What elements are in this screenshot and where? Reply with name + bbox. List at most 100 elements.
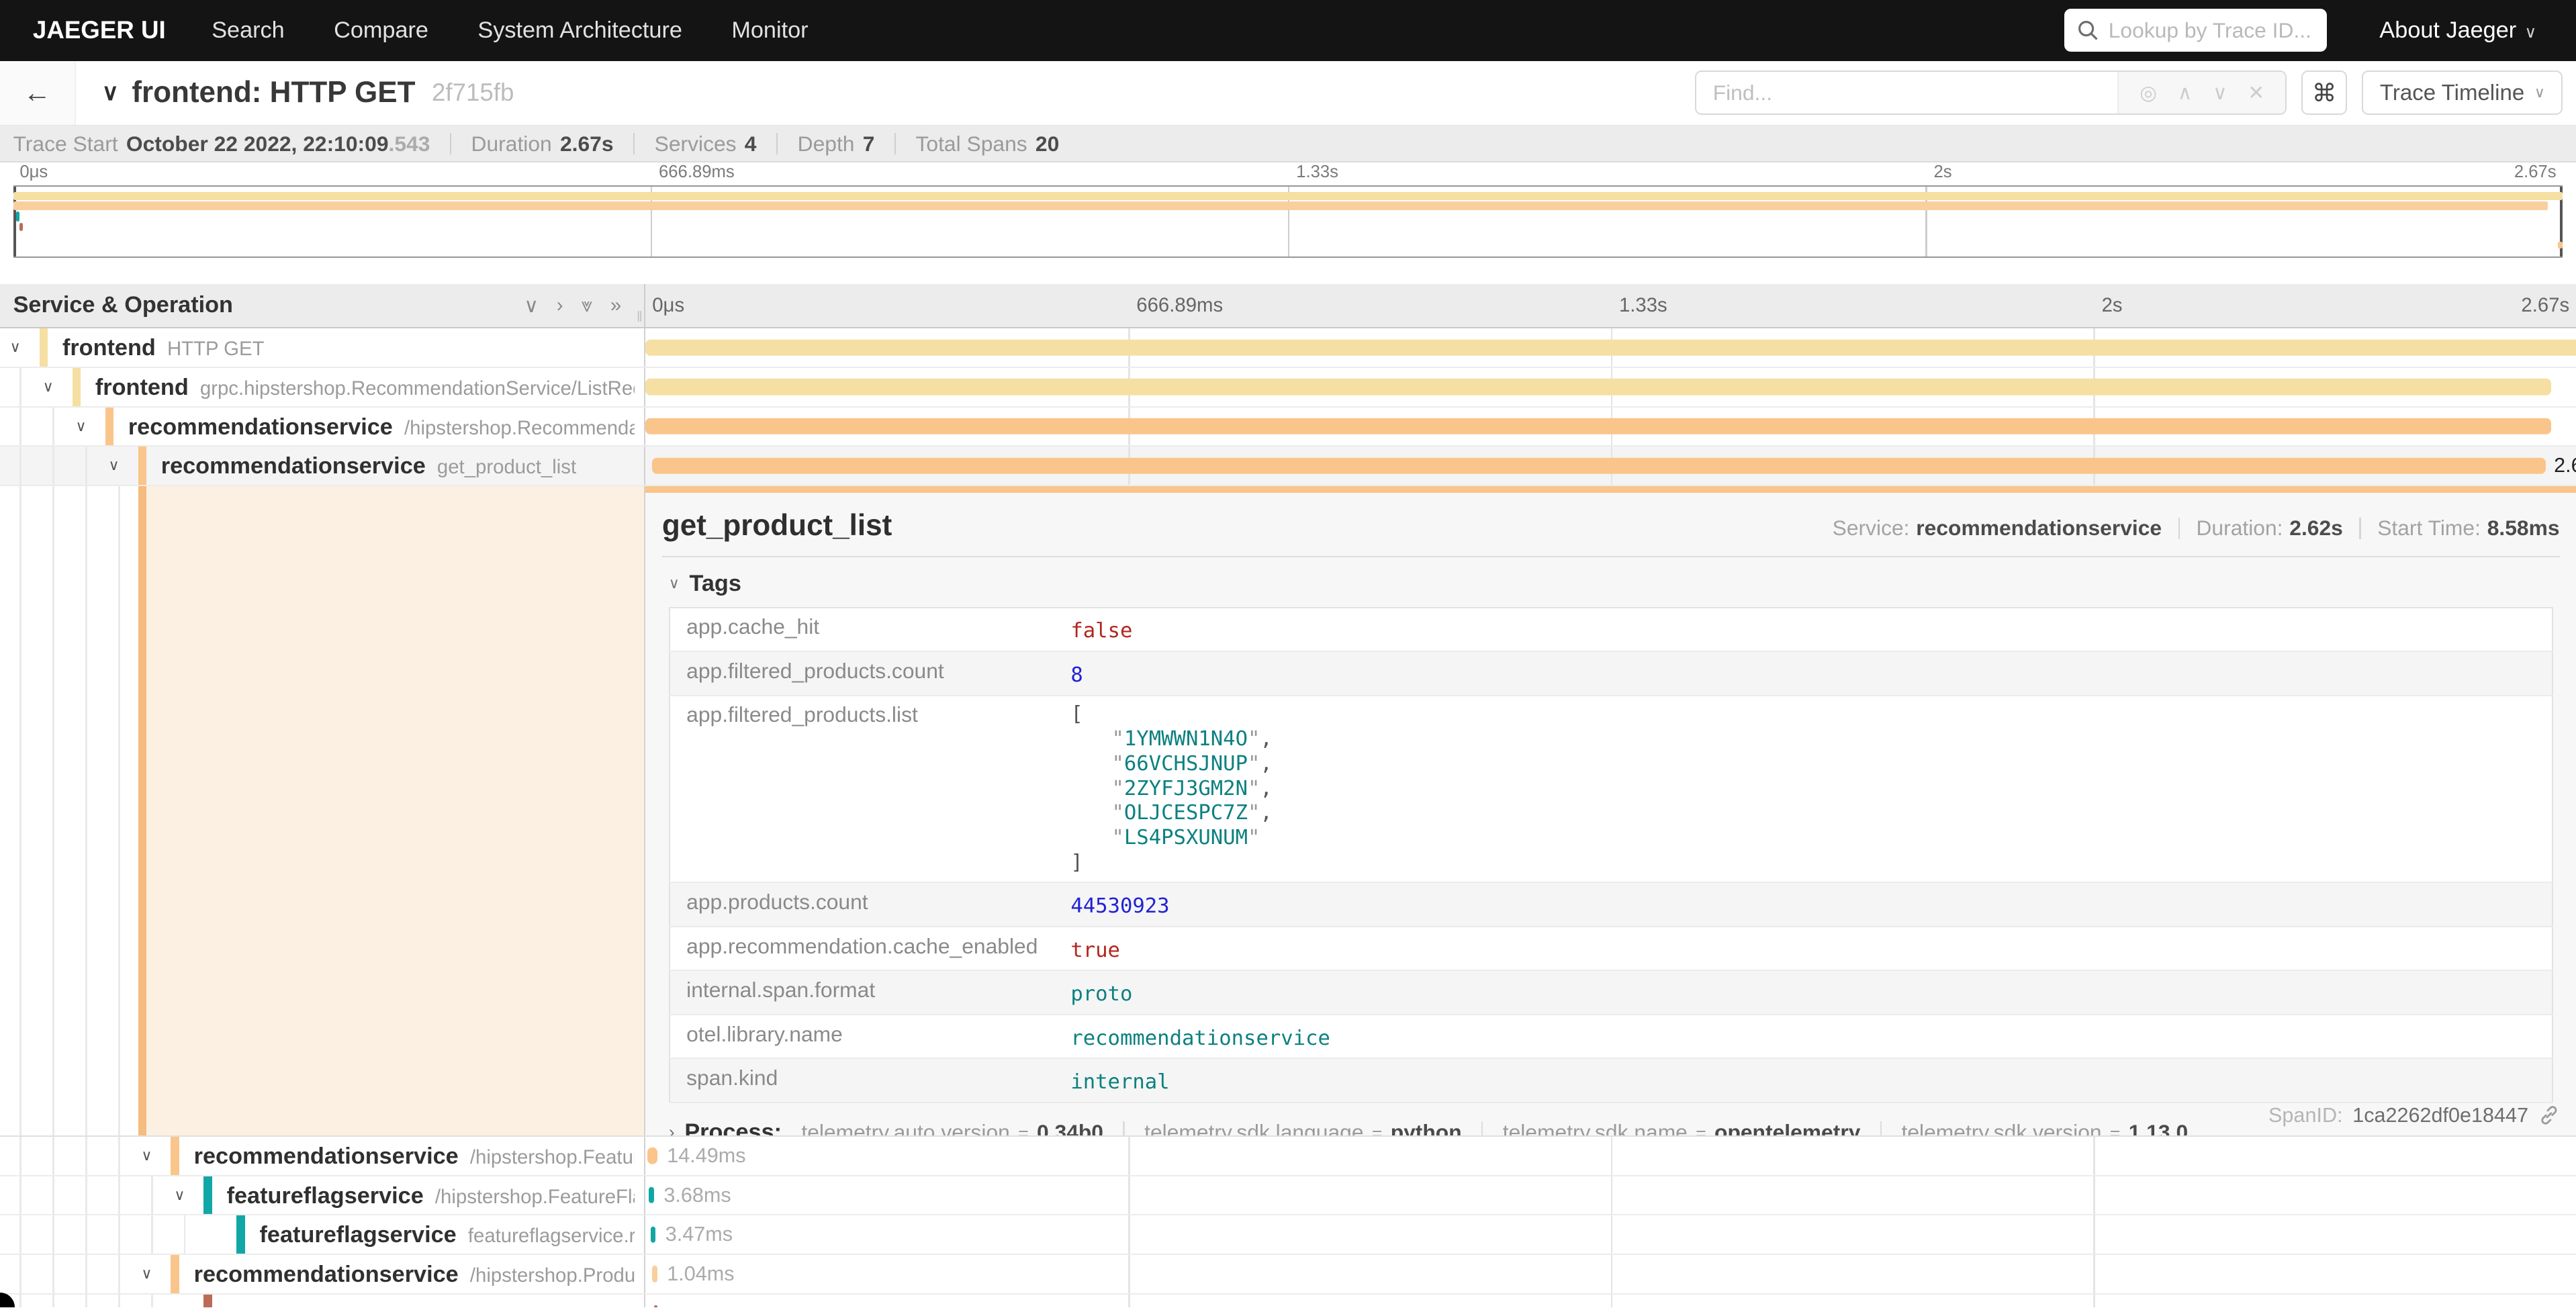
chevron-right-icon[interactable]: ›: [557, 294, 563, 317]
tags-section-toggle[interactable]: ∨ Tags: [669, 571, 2576, 597]
span-duration-bar[interactable]: [649, 1187, 653, 1203]
column-resizer-handle[interactable]: ‖: [637, 308, 643, 326]
span-duration-bar[interactable]: [647, 1148, 657, 1164]
trace-start-value: October 22 2022, 22:10:09: [126, 132, 389, 156]
minimap-span-bar: [13, 192, 2563, 200]
span-row[interactable]: ∨ recommendationservice/hipstershop.Recom…: [0, 408, 2576, 447]
divider: [2359, 518, 2360, 539]
indent-guide: [118, 1255, 120, 1293]
prev-match-icon[interactable]: ∧: [2178, 81, 2192, 105]
span-name-cell[interactable]: featureflagservicefeatureflagservice.rep…: [0, 1215, 645, 1254]
total-spans-label: Total Spans: [916, 132, 1027, 156]
nav-item-compare[interactable]: Compare: [334, 17, 428, 44]
span-name-cell[interactable]: [0, 1295, 645, 1308]
depth-label: Depth: [798, 132, 855, 156]
span-timeline-cell[interactable]: [645, 368, 2576, 406]
back-button[interactable]: ←: [0, 61, 76, 126]
span-id-row: SpanID: 1ca2262df0e18447: [2268, 1104, 2560, 1127]
span-duration-label: 1.04ms: [667, 1255, 734, 1293]
collapse-all-icon[interactable]: ∨: [524, 294, 538, 318]
span-name-cell[interactable]: ∨recommendationserviceget_product_list: [0, 447, 645, 485]
next-match-icon[interactable]: ∨: [2213, 81, 2227, 105]
span-timeline-cell[interactable]: 2.62s: [645, 447, 2576, 485]
span-row[interactable]: ∨recommendationservice/hipstershop.Produ…: [0, 1255, 2576, 1295]
locate-icon[interactable]: ◎: [2140, 81, 2157, 105]
find-input[interactable]: Find...: [1696, 72, 2117, 113]
operation-name: /hipstershop.ProductCatalogSer...: [470, 1264, 635, 1287]
divider: [662, 556, 2560, 557]
span-row[interactable]: ∨frontendHTTP GET: [0, 328, 2576, 368]
collapse-chevron-icon[interactable]: ∨: [10, 328, 21, 366]
trace-id-search-input[interactable]: Lookup by Trace ID...: [2064, 9, 2327, 52]
span-timeline-cell[interactable]: [645, 408, 2576, 446]
tick-label: 666.89ms: [659, 162, 735, 182]
span-name-cell[interactable]: ∨recommendationservice/hipstershop.Produ…: [0, 1255, 645, 1293]
collapse-chevron-icon[interactable]: ∨: [174, 1176, 185, 1214]
tag-row[interactable]: app.cache_hitfalse: [670, 608, 2552, 652]
collapse-chevron-icon[interactable]: ∨: [76, 408, 87, 445]
tag-row[interactable]: span.kindinternal: [670, 1058, 2552, 1103]
span-row[interactable]: ∨ featureflagservice/hipstershop.FeatureF…: [0, 1176, 2576, 1216]
brand-logo[interactable]: JAEGER UI: [33, 16, 166, 44]
span-duration-bar[interactable]: [651, 1226, 655, 1242]
span-name-cell[interactable]: ∨ recommendationservice/hipstershop.Recom…: [0, 408, 645, 446]
tag-row[interactable]: internal.span.formatproto: [670, 970, 2552, 1015]
span-timeline-cell[interactable]: [645, 1295, 2576, 1308]
tags-label: Tags: [689, 571, 741, 597]
trace-minimap[interactable]: [13, 185, 2563, 258]
tick-label: 2s: [2102, 284, 2123, 327]
keyboard-shortcuts-button[interactable]: ⌘: [2301, 71, 2348, 115]
span-name-cell[interactable]: ∨recommendationservice/hipstershop.Featu…: [0, 1137, 645, 1175]
nav-item-search[interactable]: Search: [212, 17, 285, 44]
trace-title: frontend: HTTP GET: [132, 76, 415, 109]
clear-icon[interactable]: ✕: [2248, 81, 2264, 105]
span-row[interactable]: ∨recommendationserviceget_product_list2.…: [0, 447, 2576, 486]
expand-all-icon[interactable]: ⩔: [581, 294, 592, 317]
collapse-chevron-icon[interactable]: ∨: [43, 368, 54, 406]
service-color-bar: [105, 408, 113, 446]
tag-row[interactable]: app.filtered_products.count8: [670, 651, 2552, 696]
span-row[interactable]: [0, 1295, 2576, 1308]
span-duration-bar[interactable]: [654, 1305, 657, 1308]
span-timeline-cell[interactable]: 3.47ms: [645, 1215, 2576, 1254]
span-row[interactable]: ∨recommendationservice/hipstershop.Featu…: [0, 1137, 2576, 1176]
view-selector-button[interactable]: Trace Timeline∨: [2362, 71, 2563, 115]
tag-row[interactable]: app.recommendation.cache_enabledtrue: [670, 927, 2552, 971]
nav-item-system-architecture[interactable]: System Architecture: [477, 17, 682, 44]
span-duration-bar[interactable]: [645, 339, 2576, 355]
span-duration-label: 3.68ms: [663, 1176, 731, 1214]
span-duration-bar[interactable]: [645, 379, 2550, 395]
span-name-cell[interactable]: ∨ featureflagservice/hipstershop.FeatureF…: [0, 1176, 645, 1215]
span-name-cell[interactable]: ∨frontendHTTP GET: [0, 328, 645, 367]
service-name: featureflagservice: [227, 1183, 424, 1209]
tag-row[interactable]: app.products.count44530923: [670, 882, 2552, 927]
divider: [1123, 1121, 1124, 1135]
span-name-label: featureflagservice/hipstershop.FeatureFl…: [227, 1176, 635, 1215]
span-duration-bar[interactable]: [652, 1266, 657, 1282]
service-name: frontend: [62, 335, 156, 361]
span-duration-bar[interactable]: [652, 458, 2546, 474]
nav-item-monitor[interactable]: Monitor: [731, 17, 808, 44]
duration-value: 2.67s: [560, 132, 614, 156]
span-row[interactable]: ∨frontendgrpc.hipstershop.Recommendation…: [0, 368, 2576, 408]
span-duration-bar[interactable]: [645, 418, 2550, 434]
span-name-label: recommendationservice/hipstershop.Recomm…: [128, 408, 635, 446]
link-icon[interactable]: [2538, 1105, 2560, 1126]
span-timeline-cell[interactable]: 1.04ms: [645, 1255, 2576, 1293]
collapse-chevron-icon[interactable]: ∨: [108, 447, 119, 484]
span-name-cell[interactable]: ∨frontendgrpc.hipstershop.Recommendation…: [0, 368, 645, 406]
tag-row[interactable]: app.filtered_products.list["1YMWWN1N4O",…: [670, 696, 2552, 882]
about-jaeger-menu[interactable]: About Jaeger∨: [2379, 17, 2536, 44]
span-timeline-cell[interactable]: [645, 328, 2576, 367]
chevron-right-icon[interactable]: ›: [669, 1122, 675, 1135]
tag-row[interactable]: otel.library.namerecommendationservice: [670, 1015, 2552, 1059]
trace-collapse-chevron-icon[interactable]: ∨: [102, 79, 119, 106]
process-label[interactable]: Process:: [684, 1119, 782, 1135]
collapse-chevron-icon[interactable]: ∨: [141, 1255, 152, 1293]
span-timeline-cell[interactable]: 14.49ms: [645, 1137, 2576, 1175]
span-row[interactable]: featureflagservicefeatureflagservice.rep…: [0, 1215, 2576, 1255]
collapse-chevron-icon[interactable]: ∨: [141, 1137, 152, 1174]
double-chevron-right-icon[interactable]: »: [610, 294, 621, 317]
timeline-ruler: 0μs666.89ms1.33s2s2.67s: [645, 284, 2576, 327]
span-timeline-cell[interactable]: 3.68ms: [645, 1176, 2576, 1215]
